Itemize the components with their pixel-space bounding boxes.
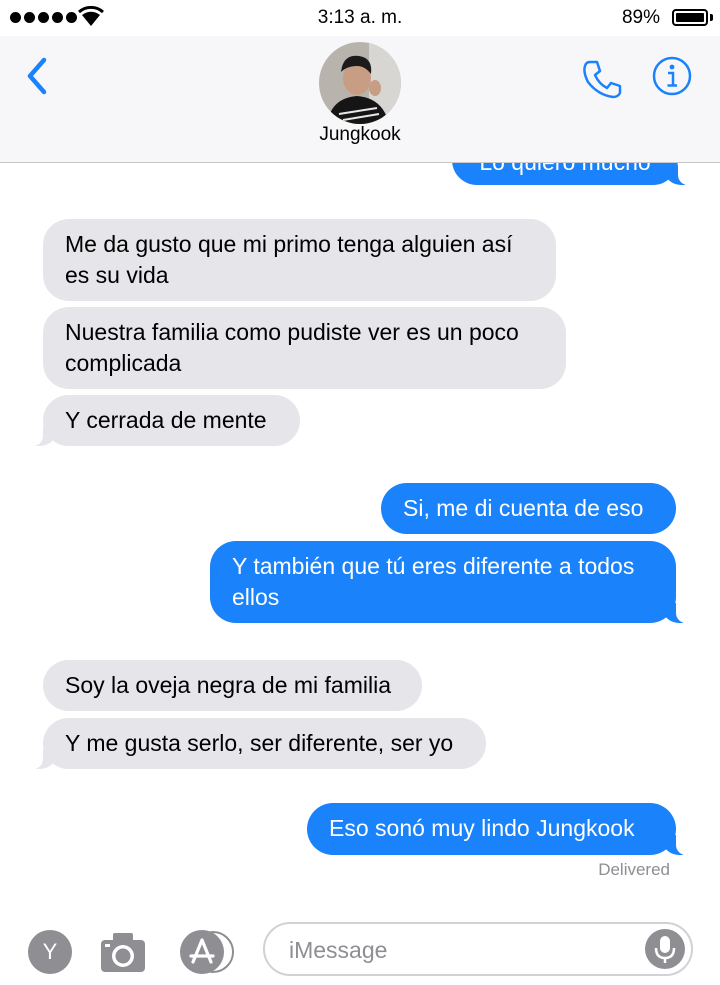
- message-bubble-outgoing[interactable]: Lo quiero mucho: [452, 163, 688, 185]
- battery-icon: [672, 9, 708, 26]
- message-bubble-outgoing[interactable]: Eso sonó muy lindo Jungkook: [307, 803, 686, 855]
- microphone-icon[interactable]: [645, 929, 685, 969]
- status-bar: 3:13 a. m. 89%: [0, 0, 720, 36]
- message-bubble-incoming[interactable]: Y me gusta serlo, ser diferente, ser yo: [33, 718, 486, 769]
- app-drawer-button[interactable]: Y: [28, 930, 72, 974]
- battery-percent: 89%: [621, 7, 660, 28]
- conversation-header: Jungkook: [0, 36, 720, 163]
- delivery-status: Delivered: [598, 860, 670, 879]
- app-store-icon[interactable]: [178, 930, 238, 974]
- status-time: 3:13 a. m.: [317, 7, 403, 28]
- message-bubble-incoming[interactable]: Soy la oveja negra de mi familia: [43, 660, 422, 711]
- input-bar: Y iMessage: [0, 908, 720, 985]
- phone-icon[interactable]: [580, 56, 624, 100]
- message-bubble-incoming[interactable]: Y cerrada de mente: [33, 395, 300, 446]
- camera-icon[interactable]: [98, 930, 148, 974]
- chevron-left-icon[interactable]: [22, 56, 52, 96]
- message-bubble-outgoing[interactable]: Si, me di cuenta de eso: [381, 483, 676, 534]
- avatar[interactable]: [319, 42, 401, 124]
- message-list[interactable]: Lo quiero mucho Me da gusto que mi primo…: [0, 163, 720, 908]
- message-bubble-incoming[interactable]: Nuestra familia como pudiste ver es un p…: [43, 307, 566, 389]
- message-input[interactable]: iMessage: [263, 922, 693, 976]
- info-icon[interactable]: [652, 56, 692, 96]
- message-input-placeholder: iMessage: [289, 937, 388, 963]
- message-bubble-outgoing[interactable]: Y también que tú eres diferente a todos …: [210, 541, 686, 623]
- message-bubble-incoming[interactable]: Me da gusto que mi primo tenga alguien a…: [43, 219, 556, 301]
- contact-name[interactable]: Jungkook: [0, 124, 720, 146]
